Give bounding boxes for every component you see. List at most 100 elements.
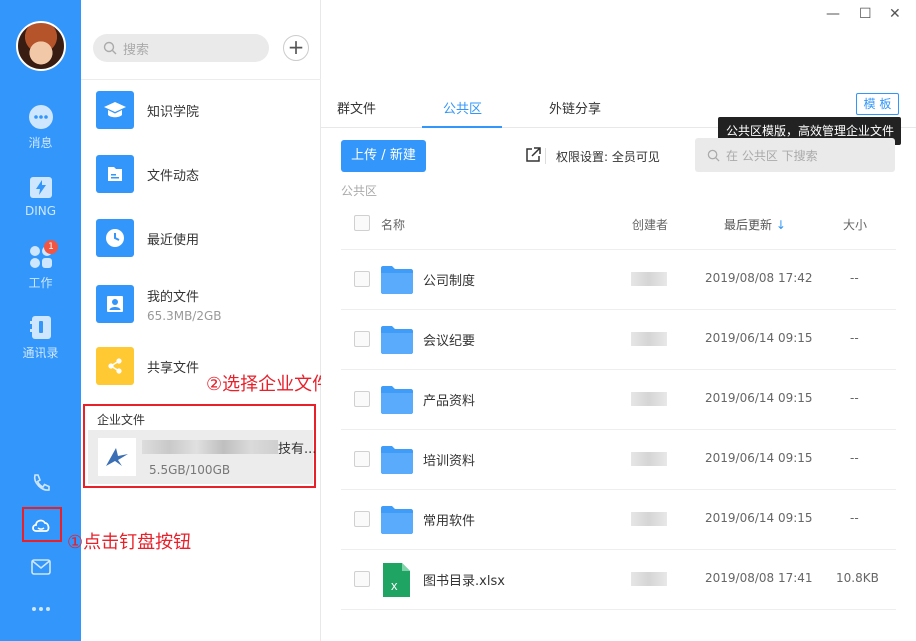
creator-redacted	[631, 512, 667, 526]
updated-date: 2019/06/14 09:15	[705, 331, 813, 345]
phone-icon	[33, 474, 50, 491]
sort-arrow-icon: ↓	[775, 218, 786, 232]
template-button[interactable]: 模 板	[856, 93, 899, 115]
file-size: --	[850, 511, 859, 525]
file-name[interactable]: 常用软件	[423, 510, 475, 529]
redacted-name	[142, 440, 278, 454]
select-all-checkbox[interactable]	[354, 215, 370, 231]
cloud-drive-icon	[31, 519, 49, 532]
file-name[interactable]: 公司制度	[423, 270, 475, 289]
search-icon	[707, 149, 720, 162]
annotation-step1: ①点击钉盘按钮	[67, 532, 192, 553]
upload-new-button[interactable]: 上传 / 新建	[341, 140, 426, 172]
file-activity-icon	[96, 155, 134, 193]
external-link-icon[interactable]	[524, 146, 542, 164]
row-checkbox[interactable]	[354, 391, 370, 407]
divider	[545, 148, 546, 164]
file-name[interactable]: 产品资料	[423, 390, 475, 409]
sidebar-item-my-files[interactable]: 我的文件 65.3MB/2GB	[96, 284, 316, 324]
sidebar-item-label: 我的文件	[147, 289, 200, 305]
updated-date: 2019/08/08 17:41	[705, 571, 813, 585]
table-row[interactable]: 产品资料 2019/06/14 09:15 --	[341, 370, 896, 430]
mail-button[interactable]	[0, 556, 81, 582]
row-checkbox[interactable]	[354, 511, 370, 527]
updated-date: 2019/08/08 17:42	[705, 271, 813, 285]
public-area-search-input[interactable]: 在 公共区 下搜索	[695, 138, 895, 172]
more-button[interactable]	[0, 598, 81, 624]
table-row[interactable]: x 图书目录.xlsx 2019/08/08 17:41 10.8KB	[341, 550, 896, 610]
chat-icon	[28, 105, 53, 129]
enterprise-storage: 5.5GB/100GB	[149, 463, 231, 477]
table-row[interactable]: 培训资料 2019/06/14 09:15 --	[341, 430, 896, 490]
nav-label: 工作	[28, 276, 53, 290]
nav-label: 通讯录	[22, 346, 59, 360]
column-size[interactable]: 大小	[843, 216, 867, 233]
file-name[interactable]: 图书目录.xlsx	[423, 570, 505, 589]
folder-icon	[381, 326, 413, 354]
annotation-step2: ②选择企业文件	[206, 374, 331, 395]
storage-usage: 65.3MB/2GB	[147, 308, 222, 323]
folder-icon	[381, 506, 413, 534]
updated-date: 2019/06/14 09:15	[705, 511, 813, 525]
creator-redacted	[631, 452, 667, 466]
phone-button[interactable]	[0, 472, 81, 498]
sidebar-item-label: 共享文件	[147, 360, 200, 376]
contacts-icon	[29, 316, 51, 339]
creator-redacted	[631, 392, 667, 406]
enterprise-logo-icon	[98, 438, 136, 476]
file-name[interactable]: 会议纪要	[423, 330, 475, 349]
table-header: 名称 创建者 最后更新 ↓ 大小	[341, 200, 896, 250]
sidebar-item-label: 知识学院	[147, 104, 200, 120]
row-checkbox[interactable]	[354, 331, 370, 347]
enterprise-files-section: 企业文件 技有... 5.5GB/100GB	[83, 404, 316, 488]
maximize-icon[interactable]: ☐	[859, 6, 872, 22]
tab-link-share[interactable]: 外链分享	[549, 98, 601, 117]
column-updated-label: 最后更新	[724, 218, 773, 232]
tab-group-files[interactable]: 群文件	[337, 98, 376, 117]
search-placeholder: 搜索	[123, 42, 150, 58]
folder-icon	[381, 266, 413, 294]
file-name[interactable]: 培训资料	[423, 450, 475, 469]
sidebar-item-recent[interactable]: 最近使用	[96, 218, 316, 258]
table-row[interactable]: 会议纪要 2019/06/14 09:15 --	[341, 310, 896, 370]
sidebar-item-file-activity[interactable]: 文件动态	[96, 154, 316, 194]
nav-item-ding[interactable]: DING	[0, 174, 81, 218]
search-input[interactable]: 搜索	[93, 34, 269, 62]
avatar[interactable]	[16, 21, 66, 71]
updated-date: 2019/06/14 09:15	[705, 451, 813, 465]
row-checkbox[interactable]	[354, 571, 370, 587]
breadcrumb[interactable]: 公共区	[341, 182, 377, 199]
divider	[81, 79, 321, 80]
tab-public-area[interactable]: 公共区	[443, 98, 482, 117]
enterprise-name: 技有...	[278, 442, 317, 457]
nav-item-messages[interactable]: 消息	[0, 104, 81, 151]
table-row[interactable]: 公司制度 2019/08/08 17:42 --	[341, 250, 896, 310]
search-placeholder: 在 公共区 下搜索	[726, 148, 818, 163]
column-name[interactable]: 名称	[381, 216, 405, 233]
notification-badge: 1	[44, 240, 58, 254]
creator-redacted	[631, 572, 667, 586]
column-creator[interactable]: 创建者	[632, 216, 668, 233]
ding-icon	[29, 177, 52, 198]
minimize-icon[interactable]: —	[826, 6, 840, 22]
sidebar-item-label: 最近使用	[147, 232, 200, 248]
svg-text:x: x	[391, 578, 398, 593]
nav-label: DING	[24, 204, 57, 218]
nav-item-contacts[interactable]: 通讯录	[0, 314, 81, 361]
main-content: — ☐ ✕ 群文件 公共区 外链分享 模 板 公共区模版，高效管理企业文件 上传…	[321, 0, 916, 641]
row-checkbox[interactable]	[354, 451, 370, 467]
add-button[interactable]: +	[283, 35, 309, 61]
active-tab-indicator	[422, 126, 502, 128]
more-icon	[31, 607, 50, 611]
clock-icon	[96, 219, 134, 257]
permission-setting[interactable]: 权限设置: 全员可见	[556, 148, 660, 165]
row-checkbox[interactable]	[354, 271, 370, 287]
sidebar-item-academy[interactable]: 知识学院	[96, 90, 316, 130]
nav-label: 消息	[28, 136, 53, 150]
nav-item-work[interactable]: 1 工作	[0, 240, 81, 291]
enterprise-item[interactable]: 技有... 5.5GB/100GB	[88, 430, 317, 484]
column-updated[interactable]: 最后更新 ↓	[724, 216, 786, 233]
folder-icon	[381, 386, 413, 414]
close-icon[interactable]: ✕	[889, 6, 901, 22]
table-row[interactable]: 常用软件 2019/06/14 09:15 --	[341, 490, 896, 550]
